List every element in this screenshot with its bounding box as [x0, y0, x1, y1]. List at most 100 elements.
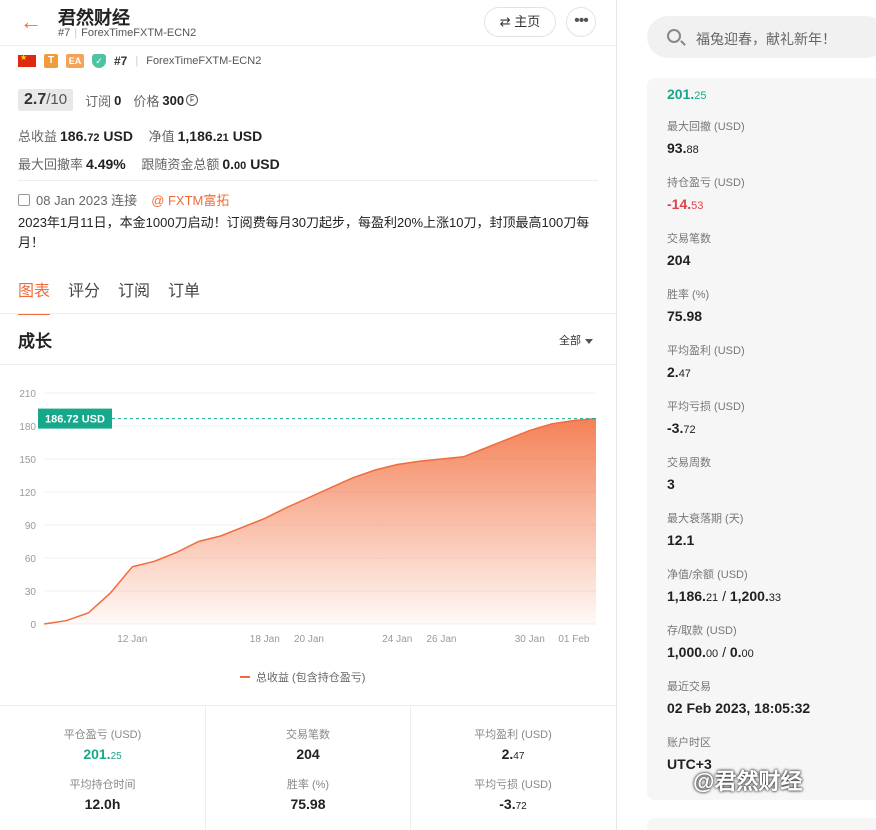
tab-chart[interactable]: 图表	[18, 277, 51, 315]
growth-area	[44, 418, 596, 624]
broker-link[interactable]: @ FXTM富拓	[151, 190, 229, 209]
stat-label: 平均盈利 (USD)	[667, 345, 745, 357]
equity-label: 净值	[148, 129, 175, 144]
divider	[18, 180, 598, 181]
rating-row: 2.7/10 订阅 0 价格 300 ₣	[18, 89, 199, 111]
page: ← 君然财经 #7|ForexTimeFXTM-ECN2 ⇄ 主页 ••• T …	[0, 0, 876, 830]
y-tick-label: 60	[25, 554, 37, 565]
t-badge: T	[44, 54, 58, 68]
x-tick-label: 24 Jan	[382, 634, 412, 645]
coin-icon: ₣	[186, 94, 199, 106]
price-label: 价格	[133, 93, 160, 109]
stat-value: -14.53	[667, 196, 704, 212]
stat-label: 交易笔数	[667, 233, 711, 245]
stat-value: 1,186.21 / 1,200.33	[667, 588, 782, 604]
signal-description: 2023年1月11日，本金1000刀启动！订阅费每月30刀起步，每盈利20%上涨…	[18, 215, 590, 250]
tab-subscribe[interactable]: 订阅	[118, 277, 150, 315]
winrate-value: 75.98	[290, 796, 326, 812]
stat-label: 账户时区	[667, 737, 711, 749]
stat-label: 存/取款 (USD)	[667, 625, 737, 637]
stat-value: 1,000.00 / 0.00	[667, 644, 754, 660]
price-value: 300	[162, 92, 185, 108]
server-name: ForexTimeFXTM-ECN2	[146, 55, 262, 67]
shield-check-icon: ✓	[92, 54, 106, 68]
marker-label: 186.72 USD	[45, 414, 105, 426]
y-tick-label: 120	[19, 488, 36, 499]
subscriptions-value: 0	[114, 92, 122, 108]
x-tick-label: 30 Jan	[515, 634, 545, 645]
y-tick-label: 180	[19, 422, 36, 433]
stat-value: -3.72	[667, 420, 696, 436]
y-tick-label: 150	[19, 455, 36, 466]
trades-value: 204	[296, 746, 320, 762]
signal-detail-pane: ← 君然财经 #7|ForexTimeFXTM-ECN2 ⇄ 主页 ••• T …	[0, 0, 616, 830]
avg-profit-value: 2.47	[501, 746, 525, 762]
badge-row: T EA ✓ #7 | ForexTimeFXTM-ECN2	[18, 52, 261, 70]
max-drawdown-value: 4.49%	[86, 156, 126, 172]
growth-title: 成长	[18, 332, 52, 351]
closed-pnl-label: 平仓盈亏 (USD)	[63, 729, 142, 741]
avg-profit-label: 平均盈利 (USD)	[474, 729, 552, 741]
header: ← 君然财经 #7 | ForexTimeFXTM-ECN2 ⇄ 主页 •••	[0, 0, 616, 46]
x-tick-label: 26 Jan	[426, 634, 456, 645]
equity-value: 1,186.21 USD	[177, 128, 263, 144]
score-max: /10	[46, 91, 68, 108]
stats-card: 201.25 最大回撤 (USD) 93.88 持仓盈亏 (USD) -14.53 交易…	[647, 78, 876, 800]
tab-bar: 图表 评分 订阅 订单	[18, 277, 200, 315]
stat-label: 交易周数	[667, 457, 711, 469]
tab-rating[interactable]: 评分	[68, 277, 100, 315]
watermark: @君然财经	[693, 769, 803, 794]
total-profit-value: 186.72 USD	[60, 128, 133, 144]
calendar-icon	[18, 193, 30, 206]
subscriptions-label: 订阅	[85, 93, 112, 109]
next-card	[647, 818, 876, 830]
stat-value: 3	[667, 476, 675, 492]
avg-hold-value: 12.0h	[84, 796, 121, 812]
search-input[interactable]: 福兔迎春，献礼新年！	[647, 16, 876, 58]
avg-hold-label: 平均持仓时间	[69, 779, 136, 791]
stat-label: 最近交易	[667, 681, 711, 693]
tabs-divider	[0, 313, 616, 314]
growth-divider	[0, 364, 616, 365]
growth-chart: 0 30 60 90 120 150 180 210 186.72 USD 12 Jan 18 Ja…	[19, 389, 597, 645]
x-tick-label: 01 Feb	[558, 634, 590, 645]
stat-label: 持仓盈亏 (USD)	[667, 177, 745, 189]
search-placeholder: 福兔迎春，献礼新年！	[696, 31, 836, 47]
stat-label: 最大衰落期 (天)	[667, 513, 744, 525]
china-flag-icon	[18, 53, 36, 67]
swap-icon: ⇄	[499, 14, 511, 29]
score-badge: 2.7/10	[18, 89, 74, 111]
stat-label: 净值/余额 (USD)	[667, 569, 748, 581]
winrate-label: 胜率 (%)	[286, 779, 330, 791]
more-button[interactable]: •••	[566, 7, 596, 37]
avg-loss-value: -3.72	[499, 796, 527, 812]
range-dropdown[interactable]: 全部	[559, 332, 593, 348]
search-icon	[667, 29, 681, 43]
home-button-label: 主页	[514, 14, 541, 29]
tab-orders[interactable]: 订单	[168, 277, 200, 315]
x-tick-label: 18 Jan	[250, 634, 280, 645]
stat-label: 最大回撤 (USD)	[667, 121, 745, 133]
profit-equity-row: 总收益 186.72 USD 净值 1,186.21 USD	[18, 126, 274, 145]
badge-separator: |	[135, 55, 139, 67]
ea-badge: EA	[66, 54, 84, 68]
closed-pnl-value: 201.25	[667, 86, 707, 102]
legend-swatch	[240, 676, 250, 678]
stat-label: 平均亏损 (USD)	[667, 401, 745, 413]
summary-stats: 平仓盈亏 (USD) 201.25 平均持仓时间 12.0h 交易笔数 204 …	[0, 705, 616, 830]
summary-col-3: 平均盈利 (USD) 2.47 平均亏损 (USD) -3.72	[410, 706, 615, 830]
stat-value: 02 Feb 2023, 18:05:32	[667, 700, 811, 716]
stat-value: 75.98	[667, 308, 703, 324]
stat-label: 胜率 (%)	[667, 289, 710, 301]
stat-value: 2.47	[667, 364, 691, 380]
closed-pnl-value: 201.25	[83, 746, 122, 762]
home-button[interactable]: ⇄ 主页	[484, 7, 556, 37]
chart-legend[interactable]: 总收益 (包含持仓盈亏)	[240, 669, 365, 685]
follow-funds-label: 跟随资金总额	[141, 157, 220, 172]
back-arrow-icon[interactable]: ←	[20, 10, 44, 34]
right-sidebar: 福兔迎春，献礼新年！ 201.25 最大回撤 (USD) 93.88 持仓盈亏 (U…	[617, 0, 876, 830]
legend-label: 总收益 (包含持仓盈亏)	[256, 672, 366, 684]
header-server: ForexTimeFXTM-ECN2	[81, 27, 197, 39]
y-tick-label: 0	[30, 620, 36, 631]
x-tick-label: 20 Jan	[294, 634, 324, 645]
